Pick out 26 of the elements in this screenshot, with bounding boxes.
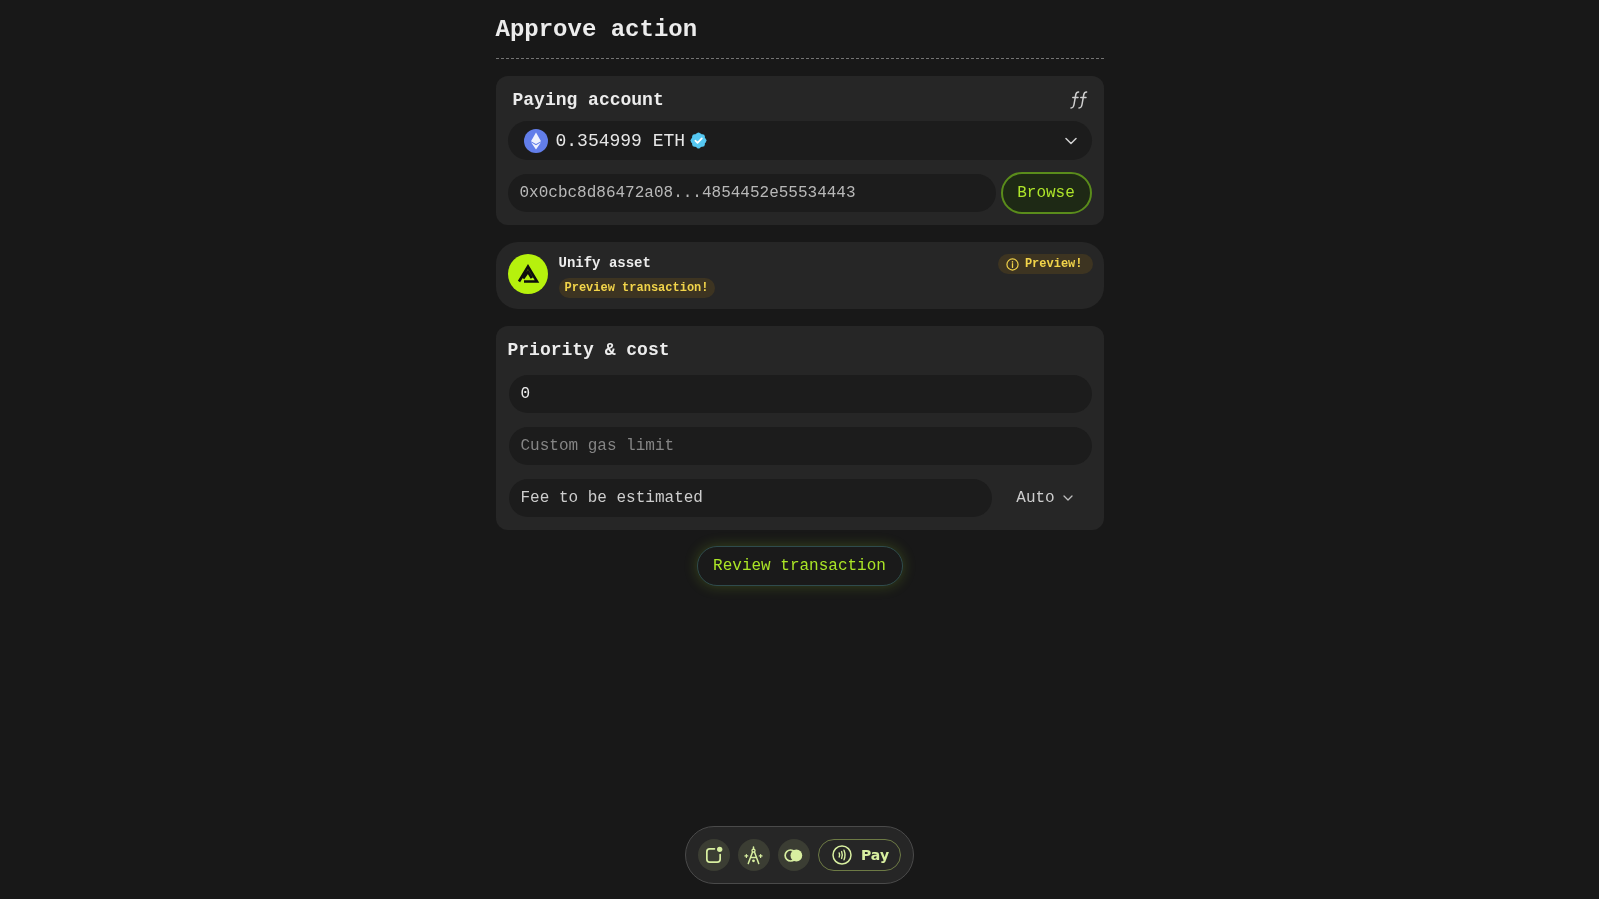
caret-icon: [1062, 495, 1073, 501]
preview-tag: Preview transaction!: [558, 278, 715, 298]
double-f-icon: [1069, 91, 1088, 109]
card-title: Priority & cost: [507, 339, 670, 362]
compass-button[interactable]: [738, 839, 770, 871]
address-field[interactable]: 0x0cbc8d86472a08...4854452e55534443: [507, 174, 996, 212]
circles-button[interactable]: [778, 839, 810, 871]
triangle-logo-icon: [507, 254, 548, 294]
ethereum-icon: [523, 128, 548, 153]
action-title: Unify asset: [558, 254, 651, 272]
chevron-icon: [1064, 136, 1077, 145]
account-dropdown[interactable]: 0.354999 ETH: [507, 121, 1092, 160]
square-dot-icon: [704, 845, 724, 865]
contactless-icon: [832, 845, 852, 865]
compass-icon: [744, 845, 764, 865]
badge-label: Preview!: [1024, 256, 1083, 273]
review-transaction-button[interactable]: Review transaction: [696, 546, 903, 586]
speed-dropdown[interactable]: Auto: [997, 479, 1092, 517]
fee-field[interactable]: Fee to be estimated: [508, 479, 992, 517]
browse-button[interactable]: Browse: [1000, 172, 1092, 214]
input-field[interactable]: Custom gas limit: [508, 427, 1092, 465]
page-title: Approve action: [495, 15, 698, 45]
apps-button[interactable]: [698, 839, 730, 871]
input-field[interactable]: 0: [508, 375, 1092, 413]
info-icon: [1005, 257, 1019, 271]
card-title: Paying account: [512, 89, 664, 112]
